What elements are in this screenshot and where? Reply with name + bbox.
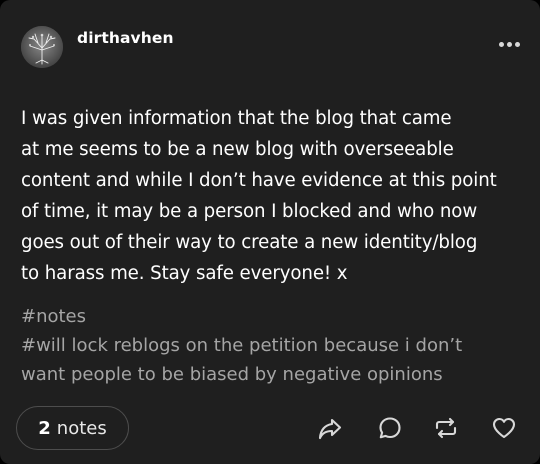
reblog-icon[interactable]: [432, 414, 460, 442]
notes-count: 2: [38, 417, 51, 439]
avatar-tree-image: [21, 26, 63, 68]
notes-button[interactable]: 2 notes: [16, 406, 129, 450]
tag-notes[interactable]: #notes: [21, 306, 86, 327]
post-card: dirthavhen I was given information that …: [0, 0, 540, 464]
body-line: content and while I don’t have evidence …: [21, 170, 497, 191]
post-body: I was given information that the blog th…: [21, 103, 526, 289]
heart-icon[interactable]: [490, 414, 518, 442]
notes-label: notes: [56, 417, 107, 439]
more-dots-icon[interactable]: [499, 42, 521, 48]
reply-bubble-icon[interactable]: [376, 414, 404, 442]
blog-name[interactable]: dirthavhen: [77, 29, 174, 47]
body-line: goes out of their way to create a new id…: [21, 232, 478, 253]
body-line: to harass me. Stay safe everyone! x: [21, 263, 348, 284]
post-header: dirthavhen: [21, 26, 524, 70]
body-line: I was given information that the blog th…: [21, 108, 452, 129]
post-tags: #notes #will lock reblogs on the petitio…: [21, 302, 526, 389]
tag-will-lock-reblogs[interactable]: #will lock reblogs on the petition becau…: [21, 335, 462, 356]
tag-will-lock-reblogs-continued[interactable]: want people to be biased by negative opi…: [21, 364, 443, 385]
body-line: at me seems to be a new blog with overse…: [21, 139, 454, 160]
avatar[interactable]: [21, 26, 63, 68]
post-footer: 2 notes: [16, 406, 522, 450]
body-line: of time, it may be a person I blocked an…: [21, 201, 478, 222]
share-arrow-icon[interactable]: [316, 414, 344, 442]
